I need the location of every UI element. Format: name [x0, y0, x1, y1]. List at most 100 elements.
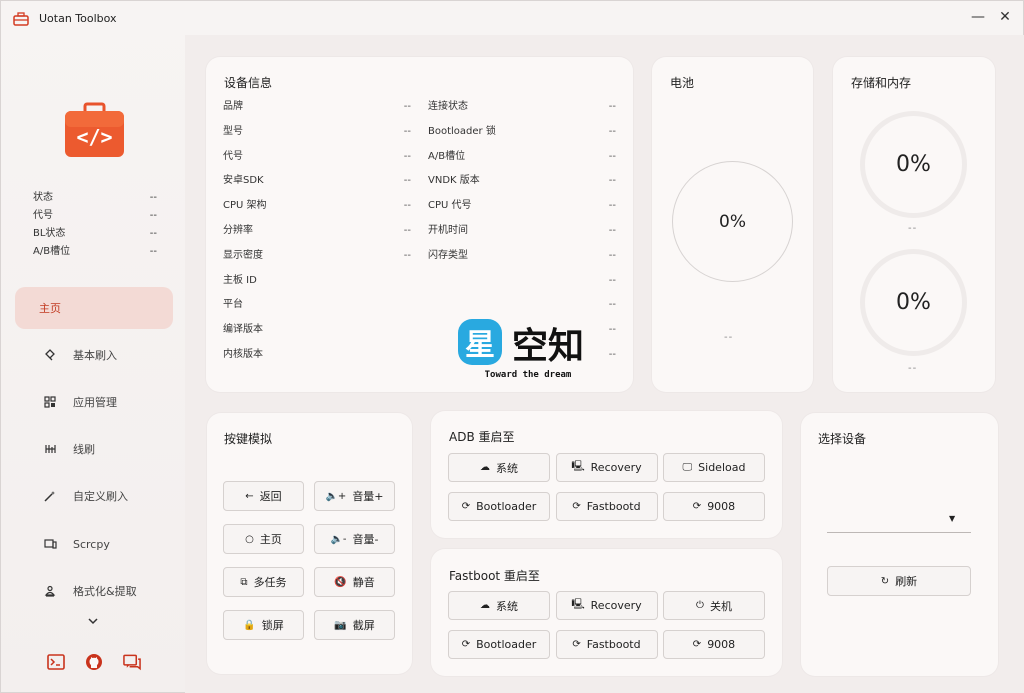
- nav-item-home[interactable]: 主页: [15, 287, 173, 329]
- reboot-icon: 🖳: [571, 461, 585, 472]
- info-value: --: [608, 225, 616, 236]
- apps-grid-icon: [43, 395, 57, 409]
- key-icon: 🔈+: [325, 490, 347, 502]
- nav-item-format-extract[interactable]: 格式化&提取: [15, 570, 173, 612]
- home-button[interactable]: ○ 主页: [223, 524, 304, 554]
- card-title: 设备信息: [224, 76, 273, 90]
- battery-detail: --: [724, 332, 734, 343]
- nav-item-app-manager[interactable]: 应用管理: [15, 381, 173, 423]
- nav-item-scrcpy[interactable]: Scrcpy: [15, 523, 173, 565]
- nav-item-wire-flash[interactable]: 线刷: [15, 428, 173, 470]
- mute-button[interactable]: 🔇 静音: [314, 567, 395, 597]
- device-info-row: 型号 --: [223, 124, 411, 140]
- device-status-list: 状态 -- 代号 -- BL状态 -- A/B槽位 --: [33, 189, 157, 261]
- info-label: 编译版本: [223, 324, 263, 336]
- adb-system-button[interactable]: ☁ 系统: [448, 453, 550, 482]
- reboot-icon: ⟳: [461, 639, 471, 650]
- reboot-icon: 🖵: [682, 462, 693, 473]
- adb-recovery-button[interactable]: 🖳 Recovery: [555, 453, 658, 482]
- multitask-button[interactable]: ⧉ 多任务: [223, 567, 304, 597]
- info-label: 连接状态: [428, 101, 468, 112]
- app-title: Uotan Toolbox: [39, 11, 117, 25]
- reboot-icon: ☁: [480, 600, 490, 611]
- fb-fastbootd-button[interactable]: ⟳ Fastbootd: [555, 630, 658, 659]
- fb-poweroff-button[interactable]: ⏻ 关机: [663, 591, 765, 620]
- info-label: 安卓SDK: [223, 175, 264, 187]
- info-value: --: [608, 349, 616, 360]
- github-icon[interactable]: [85, 653, 103, 671]
- volume-up-button[interactable]: 🔈+ 音量+: [314, 481, 395, 511]
- adb-bootloader-button[interactable]: ⟳ Bootloader: [448, 492, 550, 521]
- reboot-label: Recovery: [590, 599, 642, 612]
- close-button[interactable]: ✕: [994, 7, 1016, 27]
- nav-label: 格式化&提取: [73, 585, 137, 598]
- device-info-row: A/B槽位 --: [428, 149, 616, 165]
- info-value: --: [608, 274, 616, 286]
- reboot-label: Fastbootd: [586, 500, 641, 513]
- device-info-row: 安卓SDK --: [223, 173, 411, 189]
- adb-sideload-button[interactable]: 🖵 Sideload: [663, 453, 765, 482]
- info-value: --: [608, 175, 616, 187]
- info-value: --: [608, 150, 616, 162]
- card-title: 选择设备: [818, 432, 867, 446]
- info-label: 闪存类型: [428, 249, 468, 261]
- reboot-label: Bootloader: [476, 638, 537, 651]
- dropdown-arrow-icon[interactable]: ▼: [949, 514, 955, 523]
- ab-slot-row: A/B槽位 --: [33, 246, 157, 257]
- key-label: 音量-: [352, 533, 379, 546]
- device-info-row: 内核版本 --: [223, 347, 616, 363]
- key-label: 截屏: [352, 619, 375, 632]
- adb-fastbootd-button[interactable]: ⟳ Fastbootd: [555, 492, 658, 521]
- fb-system-button[interactable]: ☁ 系统: [448, 591, 550, 620]
- reboot-icon: ⟳: [692, 639, 702, 650]
- chat-icon[interactable]: [123, 653, 141, 671]
- device-info-row: 连接状态 --: [428, 99, 616, 115]
- svg-text:</>: </>: [76, 125, 112, 149]
- nav-item-basic-flash[interactable]: 基本刷入: [15, 334, 173, 376]
- info-value: --: [403, 175, 411, 187]
- screenshot-button[interactable]: 📷 截屏: [314, 610, 395, 640]
- lock-screen-button[interactable]: 🔒 锁屏: [223, 610, 304, 640]
- storage-detail: --: [908, 223, 918, 234]
- key-icon: 📷: [334, 619, 347, 631]
- device-info-row: 闪存类型 --: [428, 248, 616, 264]
- reboot-label: 系统: [496, 461, 518, 475]
- key-label: 音量+: [352, 490, 384, 503]
- reboot-icon: 🖳: [571, 599, 585, 610]
- minimize-button[interactable]: —: [967, 7, 989, 27]
- volume-down-button[interactable]: 🔈- 音量-: [314, 524, 395, 554]
- info-value: --: [403, 200, 411, 212]
- chevron-down-icon[interactable]: [87, 614, 99, 628]
- storage-percent: 0%: [896, 152, 931, 177]
- adb-9008-button[interactable]: ⟳ 9008: [663, 492, 765, 521]
- device-info-row: 平台 --: [223, 297, 616, 313]
- device-info-row: 开机时间 --: [428, 223, 616, 239]
- info-label: A/B槽位: [428, 150, 466, 162]
- info-label: 显示密度: [223, 249, 263, 261]
- nav-item-custom-flash[interactable]: 自定义刷入: [15, 475, 173, 517]
- back-button[interactable]: ← 返回: [223, 481, 304, 511]
- nav-label: Scrcpy: [73, 537, 110, 551]
- wire-flash-icon: [43, 442, 57, 456]
- key-label: 锁屏: [261, 619, 284, 632]
- terminal-icon[interactable]: [47, 653, 65, 671]
- key-label: 多任务: [253, 576, 287, 589]
- reboot-label: 9008: [707, 638, 736, 651]
- key-icon: 🔒: [243, 619, 256, 631]
- refresh-button[interactable]: ↻ 刷新: [827, 566, 971, 596]
- flash-icon: [43, 348, 57, 362]
- fb-bootloader-button[interactable]: ⟳ Bootloader: [448, 630, 550, 659]
- memory-detail: --: [908, 363, 918, 374]
- app-logo: </>: [65, 102, 124, 157]
- bottom-toolbar: [47, 653, 141, 671]
- device-info-row: CPU 架构 --: [223, 198, 411, 214]
- fb-9008-button[interactable]: ⟳ 9008: [663, 630, 765, 659]
- device-info-row: 编译版本 --: [223, 322, 616, 338]
- key-icon: ⧉: [240, 576, 248, 588]
- fb-recovery-button[interactable]: 🖳 Recovery: [555, 591, 658, 620]
- info-value: --: [403, 249, 411, 261]
- memory-gauge: 0%: [860, 249, 967, 356]
- refresh-label: 刷新: [895, 575, 918, 588]
- info-value: --: [608, 299, 616, 311]
- card-title: 电池: [670, 76, 695, 90]
